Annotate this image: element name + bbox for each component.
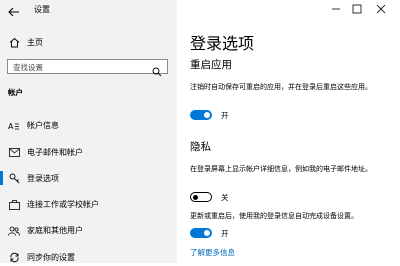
restart-apps-toggle[interactable]	[190, 110, 212, 120]
close-button[interactable]	[374, 2, 388, 16]
mail-icon	[8, 147, 20, 159]
learn-more-link[interactable]: 了解更多信息	[190, 247, 235, 258]
sidebar-item-account-info[interactable]: A 帐户信息	[0, 117, 177, 134]
sidebar-item-label: 登录选项	[27, 174, 59, 183]
restart-apps-description: 注销时自动保存可重启的应用，并在登录后重启这些应用。	[190, 83, 372, 91]
key-icon	[8, 173, 20, 185]
search-placeholder: 查找设置	[13, 63, 43, 72]
finish-setup-toggle[interactable]	[190, 228, 212, 238]
main-content: 登录选项 重启应用 注销时自动保存可重启的应用，并在登录后重启这些应用。 开 隐…	[177, 0, 400, 263]
sidebar-item-family-users[interactable]: 家庭和其他用户	[0, 222, 177, 239]
toggle-knob	[204, 112, 210, 118]
finish-setup-description: 更新或重启后，使用我的登录信息自动完成设备设置。	[190, 212, 358, 220]
person-card-icon: A	[8, 120, 20, 132]
restart-apps-heading: 重启应用	[190, 59, 232, 71]
sidebar-item-label: 连接工作或学校帐户	[27, 200, 99, 209]
sidebar-section-label: 帐户	[8, 88, 23, 97]
home-icon	[8, 37, 20, 49]
window-title: 设置	[34, 5, 50, 14]
search-icon	[152, 62, 162, 77]
privacy-heading: 隐私	[190, 141, 211, 153]
close-icon	[376, 4, 386, 14]
sidebar-item-label: 帐户信息	[27, 121, 59, 130]
briefcase-icon	[8, 199, 20, 211]
account-details-toggle[interactable]	[190, 192, 212, 202]
finish-setup-toggle-label: 开	[221, 229, 229, 238]
sidebar-item-email-accounts[interactable]: 电子邮件和帐户	[0, 144, 177, 161]
minimize-icon	[332, 8, 340, 10]
sync-icon	[8, 252, 20, 264]
account-details-toggle-label: 关	[221, 193, 229, 202]
sidebar-item-sync-settings[interactable]: 同步你的设置	[0, 249, 177, 266]
page-title: 登录选项	[190, 34, 255, 53]
sidebar-item-home[interactable]: 主页	[0, 34, 177, 51]
sidebar: 设置 主页 查找设置 帐户 A 帐户信息 电子邮件和帐户 登录选项 连接工作或学…	[0, 0, 177, 263]
back-arrow-icon	[8, 7, 19, 17]
sidebar-item-label: 电子邮件和帐户	[27, 148, 83, 157]
sidebar-item-work-school[interactable]: 连接工作或学校帐户	[0, 196, 177, 213]
svg-text:A: A	[8, 122, 14, 131]
restart-apps-toggle-label: 开	[221, 111, 229, 120]
sidebar-item-label: 家庭和其他用户	[27, 226, 83, 235]
sidebar-item-sign-in-options[interactable]: 登录选项	[0, 170, 177, 187]
toggle-knob	[204, 230, 210, 236]
maximize-icon	[352, 4, 362, 14]
sidebar-item-home-label: 主页	[27, 38, 43, 47]
toggle-knob	[193, 194, 198, 200]
search-input[interactable]: 查找设置	[7, 59, 168, 77]
account-details-description: 在登录屏幕上显示帐户详细信息，例如我的电子邮件地址。	[190, 165, 372, 173]
people-icon	[8, 225, 20, 237]
back-button[interactable]	[6, 4, 22, 18]
minimize-button[interactable]	[329, 2, 343, 16]
maximize-button[interactable]	[350, 2, 364, 16]
sidebar-item-label: 同步你的设置	[27, 253, 75, 262]
